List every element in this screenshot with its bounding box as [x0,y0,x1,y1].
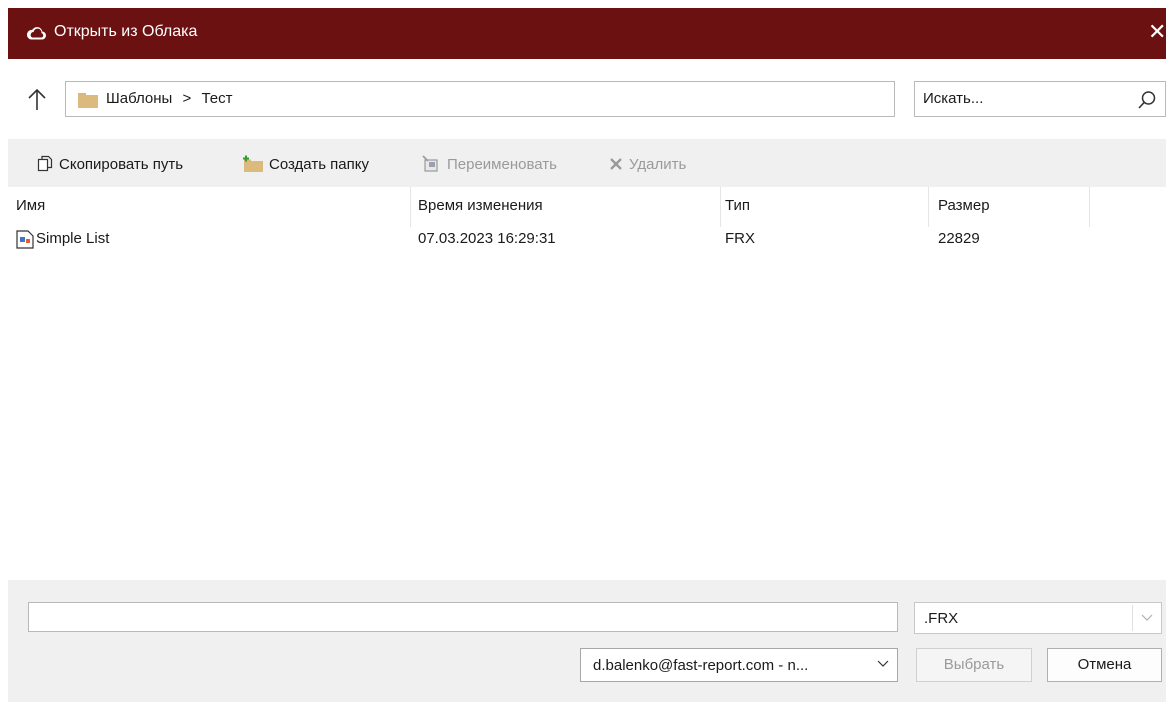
breadcrumb-separator: > [182,90,192,107]
column-header-size[interactable]: Размер [938,197,990,214]
column-divider[interactable] [410,187,411,227]
account-value: d.balenko@fast-report.com - n... [593,657,809,674]
rename-button[interactable]: Переименовать [422,153,557,175]
file-size: 22829 [938,230,980,247]
list-header: Имя Время изменения Тип Размер [8,187,1166,227]
file-list[interactable]: Имя Время изменения Тип Размер Simple Li… [8,187,1166,580]
chevron-down-icon[interactable] [1141,611,1153,623]
filter-value: .FRX [924,610,959,627]
cancel-button[interactable]: Отмена [1047,648,1162,682]
breadcrumb-current[interactable]: Тест [201,90,232,107]
copy-path-button[interactable]: Скопировать путь [36,153,183,175]
copy-path-label: Скопировать путь [59,155,184,173]
delete-button[interactable]: Удалить [608,153,686,175]
create-folder-label: Создать папку [269,155,369,173]
column-header-modified[interactable]: Время изменения [418,197,543,214]
file-name-input[interactable] [28,602,898,632]
delete-label: Удалить [629,155,687,173]
file-type: FRX [725,230,755,247]
column-divider[interactable] [928,187,929,227]
breadcrumb-folder[interactable]: Шаблоны [106,90,172,107]
search-input[interactable]: Искать... [914,81,1166,117]
copy-icon [37,155,53,172]
chevron-down-icon[interactable] [877,657,889,669]
column-header-name[interactable]: Имя [16,197,45,214]
rename-icon [422,155,438,172]
search-icon[interactable] [1137,90,1157,110]
account-select[interactable]: d.balenko@fast-report.com - n... [580,648,898,682]
delete-icon [610,158,622,170]
column-header-type[interactable]: Тип [725,197,750,214]
window-title: Открыть из Облака [54,23,198,40]
table-row[interactable]: Simple List 07.03.2023 16:29:31 FRX 2282… [8,229,1166,255]
select-button[interactable]: Выбрать [916,648,1032,682]
search-placeholder: Искать... [923,90,984,107]
file-type-filter[interactable]: .FRX [914,602,1162,634]
title-bar: Открыть из Облака ✕ [8,8,1166,59]
create-folder-button[interactable]: Создать папку [242,153,369,175]
column-divider[interactable] [720,187,721,227]
arrow-up-icon[interactable] [26,86,48,114]
path-breadcrumb[interactable]: Шаблоны > Тест [65,81,895,117]
file-name: Simple List [36,230,110,247]
new-folder-icon [243,155,263,172]
rename-label: Переименовать [447,155,557,173]
file-modified: 07.03.2023 16:29:31 [418,230,556,247]
folder-icon [78,93,98,108]
dialog-body: Шаблоны > Тест Искать... Скопировать пут… [8,59,1166,702]
bottom-panel: .FRX d.balenko@fast-report.com - n... Вы… [8,580,1166,702]
report-file-icon [16,230,34,249]
cloud-icon [27,27,46,40]
close-button[interactable]: ✕ [1148,18,1166,46]
toolbar: Скопировать путь Создать папку Переимено… [8,139,1166,187]
column-divider[interactable] [1089,187,1090,227]
